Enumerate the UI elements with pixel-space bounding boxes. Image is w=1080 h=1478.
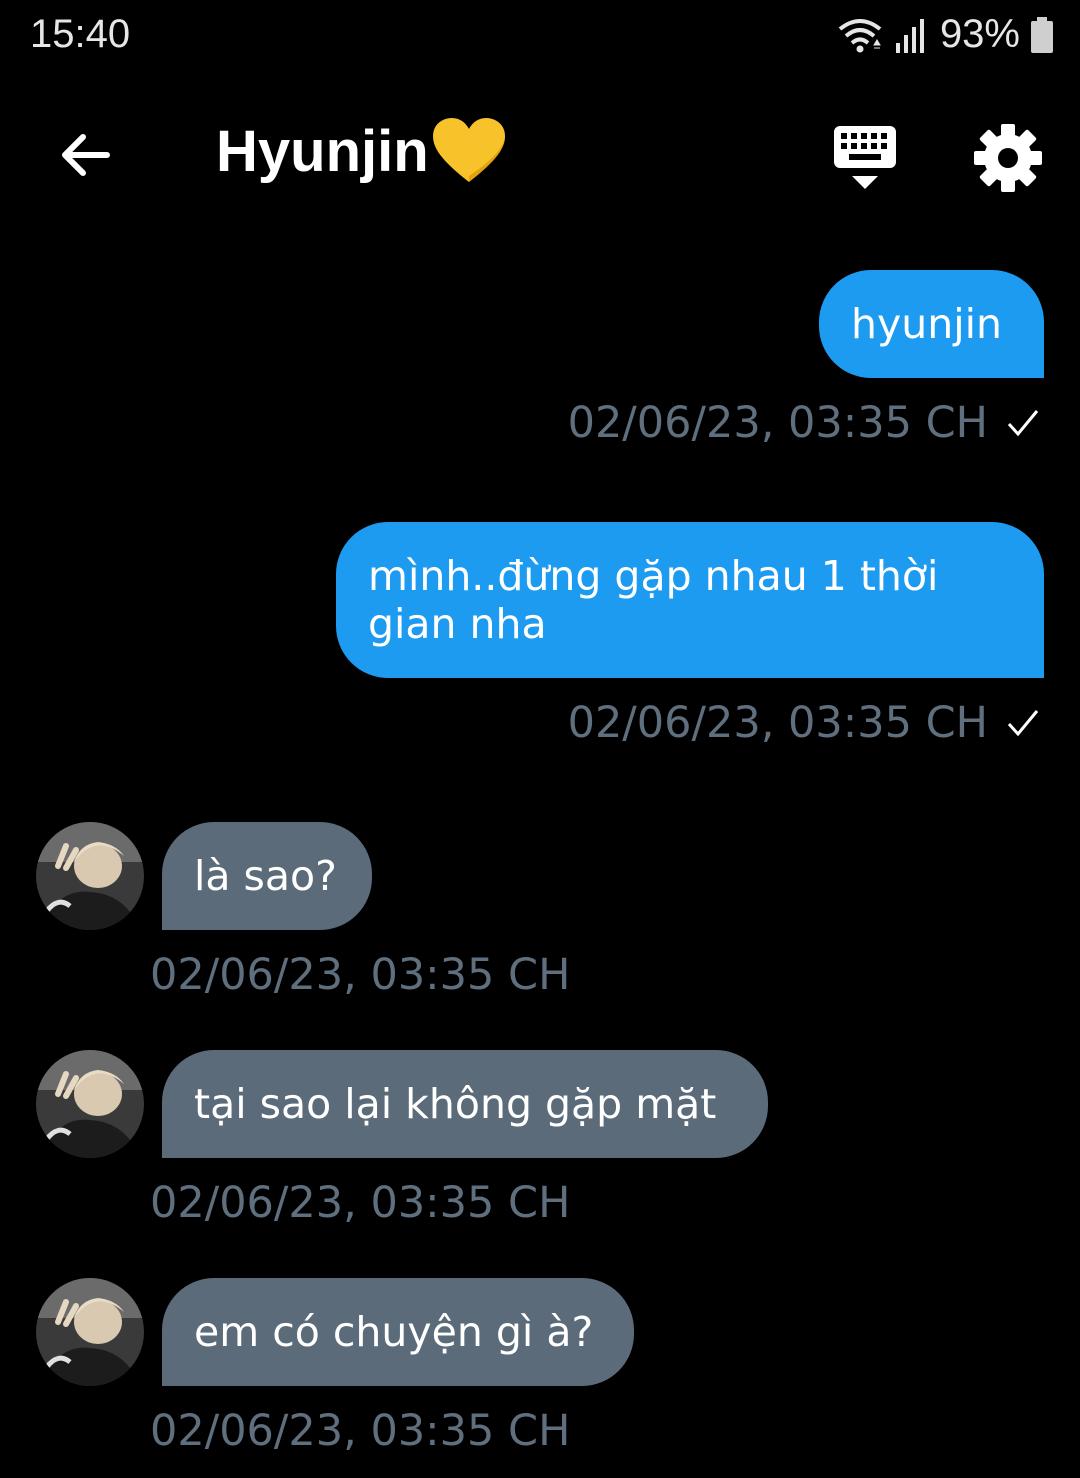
keyboard-icon (834, 126, 896, 189)
message-bubble-outgoing[interactable]: mình..đừng gặp nhau 1 thời gian nha (336, 522, 1044, 678)
chat-title[interactable]: Hyunjin (216, 116, 507, 186)
timestamp-text: 02/06/23, 03:35 CH (150, 950, 571, 1000)
yellow-heart-icon (432, 118, 505, 182)
message-timestamp: 02/06/23, 03:35 CH (150, 950, 570, 1000)
message-timestamp: 02/06/23, 03:35 CH (568, 398, 1040, 448)
message-timestamp: 02/06/23, 03:35 CH (150, 1406, 570, 1456)
sent-check-icon (1007, 710, 1039, 737)
message-text: hyunjin (851, 300, 1002, 348)
avatar[interactable] (36, 822, 144, 930)
message-text: mình..đừng gặp nhau 1 thời gian nha (368, 552, 939, 648)
status-bar: 15:40 93% (0, 0, 1080, 76)
message-timestamp: 02/06/23, 03:35 CH (150, 1178, 570, 1228)
timestamp-text: 02/06/23, 03:35 CH (150, 1178, 571, 1228)
message-bubble-incoming[interactable]: em có chuyện gì à? (162, 1278, 634, 1386)
message-bubble-incoming[interactable]: là sao? (162, 822, 372, 930)
message-bubble-incoming[interactable]: tại sao lại không gặp mặt (162, 1050, 768, 1158)
avatar[interactable] (36, 1050, 144, 1158)
contact-name: Hyunjin (216, 118, 429, 184)
timestamp-text: 02/06/23, 03:35 CH (567, 698, 988, 748)
keyboard-toggle-button[interactable] (830, 122, 900, 194)
message-bubble-outgoing[interactable]: hyunjin (819, 270, 1044, 378)
contact-photo (36, 1050, 144, 1158)
timestamp-text: 02/06/23, 03:35 CH (150, 1406, 571, 1456)
avatar[interactable] (36, 1278, 144, 1386)
contact-photo (36, 822, 144, 930)
sent-check-icon (1007, 410, 1039, 437)
battery-icon (1031, 16, 1053, 53)
back-button[interactable] (50, 120, 120, 190)
message-timestamp: 02/06/23, 03:35 CH (568, 698, 1040, 748)
back-arrow-icon (62, 134, 110, 176)
message-text: em có chuyện gì à? (194, 1308, 594, 1356)
chat-header: Hyunjin (0, 100, 1080, 212)
message-text: là sao? (194, 852, 337, 900)
wifi-icon (838, 18, 882, 52)
battery-percent: 93% (939, 12, 1020, 56)
contact-photo (36, 1278, 144, 1386)
signal-icon (895, 18, 924, 53)
message-text: tại sao lại không gặp mặt (194, 1080, 717, 1128)
status-icons: 93% (836, 12, 1054, 57)
timestamp-text: 02/06/23, 03:35 CH (567, 398, 988, 448)
status-time: 15:40 (30, 12, 131, 56)
settings-button[interactable] (972, 122, 1044, 194)
gear-icon (974, 124, 1042, 192)
